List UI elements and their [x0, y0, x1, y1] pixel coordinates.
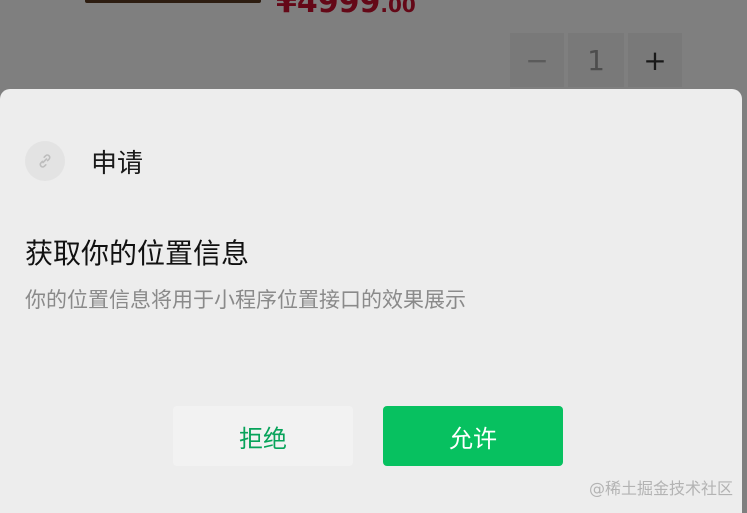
miniprogram-link-icon: [25, 141, 65, 181]
allow-button[interactable]: 允许: [383, 406, 563, 466]
reject-button[interactable]: 拒绝: [173, 406, 353, 466]
permission-description: 你的位置信息将用于小程序位置接口的效果展示: [25, 288, 466, 312]
screen: ¥4999.00 − 1 + 申请 获取你的位置信息 你的位置信息将用于小程序位…: [0, 0, 747, 513]
app-name: 申请: [91, 148, 144, 179]
permission-sheet: 申请 获取你的位置信息 你的位置信息将用于小程序位置接口的效果展示 拒绝 允许: [0, 89, 742, 513]
app-info-row: 申请: [25, 141, 143, 181]
permission-title: 获取你的位置信息: [25, 237, 250, 270]
watermark: @稀土掘金技术社区: [588, 479, 733, 498]
link-icon: [39, 154, 51, 168]
